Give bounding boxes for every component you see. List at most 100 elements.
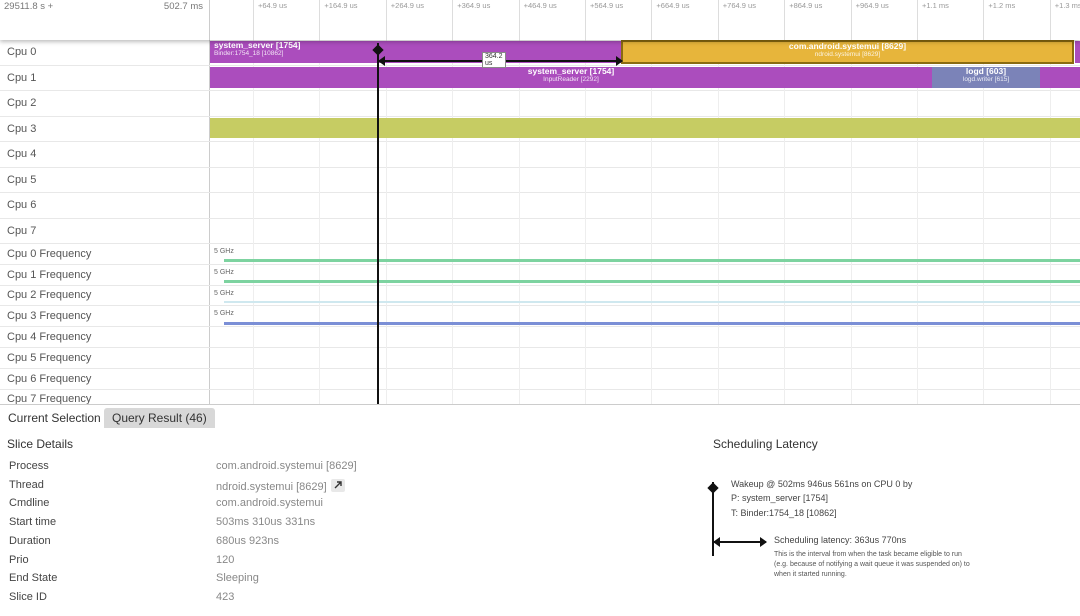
track-label[interactable]: Cpu 5 Frequency (0, 348, 210, 368)
wakeup-text: Wakeup @ 502ms 946us 561ns on CPU 0 by (731, 479, 913, 489)
ruler-tick-label: +1.3 ms (1054, 1, 1080, 10)
track-label[interactable]: Cpu 6 (0, 193, 210, 218)
open-thread-icon[interactable] (330, 478, 345, 492)
track-label[interactable]: Cpu 6 Frequency (0, 368, 210, 389)
ruler-tick: +664.9 us (651, 0, 690, 40)
slice-details-title: Slice Details (7, 437, 74, 451)
detail-value-text: 120 (216, 553, 235, 566)
track-label[interactable]: Cpu 1 (0, 65, 210, 90)
scheduling-latency-arrow-icon (713, 537, 767, 547)
ruler-tick-label: +464.9 us (523, 1, 557, 10)
slice-title: system_server [1754] (214, 41, 301, 50)
detail-value: com.android.systemui [8629] (216, 460, 357, 472)
track-label[interactable]: Cpu 7 Frequency (0, 389, 210, 404)
waker-process: P: system_server [1754] (731, 493, 829, 503)
details-tabbar: Current Selection Query Result (46) (0, 404, 1080, 429)
track-label[interactable]: Cpu 0 Frequency (0, 244, 210, 264)
latency-explanation-2: (e.g. because of notifying a wait queue … (774, 561, 970, 568)
latency-explanation-3: when it started running. (774, 571, 847, 578)
track-row[interactable]: Cpu 2 (0, 91, 1080, 117)
frequency-label: 5 GHz (214, 310, 234, 318)
ruler-tick-label: +164.9 us (324, 1, 358, 10)
detail-key: End State (9, 572, 58, 585)
detail-value-text: 423 (216, 590, 235, 603)
track-row[interactable]: Cpu 7 Frequency (0, 389, 1080, 404)
slice-cpu1-logd[interactable]: logd [603] logd.writer [615] (932, 67, 1040, 88)
detail-value-text: com.android.systemui (216, 497, 323, 510)
track-label[interactable]: Cpu 3 Frequency (0, 306, 210, 327)
track-label[interactable]: Cpu 2 (0, 91, 210, 116)
track-label[interactable]: Cpu 0 (0, 40, 210, 65)
detail-value-text: 680us 923ns (216, 534, 279, 547)
timeline-ruler[interactable]: 29511.8 s + 502.7 ms +64.9 us +164.9 us +2… (0, 0, 1080, 40)
track-label[interactable]: Cpu 3 (0, 116, 210, 141)
slice-cpu0-trailing[interactable] (1075, 41, 1080, 63)
detail-value[interactable]: ndroid.systemui [8629] (216, 478, 345, 493)
track-area[interactable] (210, 369, 1080, 389)
ruler-tick-label: +64.9 us (258, 1, 287, 10)
track-area[interactable] (210, 327, 1080, 347)
track-row[interactable]: Cpu 6 (0, 193, 1080, 219)
track-area[interactable] (210, 168, 1080, 193)
waker-thread: T: Binder:1754_18 [10862] (731, 508, 837, 518)
ruler-tick-label: +664.9 us (656, 1, 690, 10)
track-area[interactable] (210, 193, 1080, 218)
detail-value: 680us 923ns (216, 535, 279, 547)
track-area[interactable] (210, 142, 1080, 167)
track-row[interactable]: Cpu 4 Frequency (0, 327, 1080, 348)
track-label[interactable]: Cpu 5 (0, 167, 210, 192)
track-label[interactable]: Cpu 1 Frequency (0, 264, 210, 285)
detail-value-text: ndroid.systemui [8629] (216, 480, 327, 493)
track-area[interactable] (210, 348, 1080, 368)
slice-subtitle: ndroid.systemui [8629] (814, 51, 881, 58)
scheduling-diamond-icon (707, 482, 719, 494)
frequency-label: 5 GHz (214, 289, 234, 297)
track-row[interactable]: Cpu 4 (0, 142, 1080, 168)
ruler-tick: +64.9 us (253, 0, 287, 40)
ruler-tick-label: +864.9 us (789, 1, 823, 10)
track-label[interactable]: Cpu 2 Frequency (0, 285, 210, 306)
track-row[interactable]: Cpu 2 Frequency 5 GHz (0, 285, 1080, 307)
track-row[interactable]: Cpu 7 (0, 218, 1080, 244)
track-area[interactable] (210, 390, 1080, 404)
tab-query-result[interactable]: Query Result (46) (104, 408, 215, 429)
ruler-tick: +564.9 us (585, 0, 623, 40)
ruler-origin-time: 29511.8 s + (4, 1, 54, 12)
track-row[interactable]: Cpu 5 (0, 167, 1080, 193)
frequency-label: 5 GHz (214, 248, 234, 255)
slice-cpu1-trailing[interactable] (1040, 67, 1080, 88)
track-row[interactable]: Cpu 6 Frequency (0, 368, 1080, 390)
ruler-tick: +1.2 ms (983, 0, 1015, 40)
ruler-tick-label: +1.2 ms (988, 1, 1016, 10)
detail-value-text: 503ms 310us 331ns (216, 516, 316, 529)
detail-key: Process (9, 460, 49, 472)
detail-key: Slice ID (9, 590, 47, 603)
slice-subtitle: Binder:1754_18 [10862] (214, 50, 284, 57)
detail-value: Sleeping (216, 572, 259, 584)
track-area[interactable] (210, 219, 1080, 244)
slice-cpu3[interactable] (210, 118, 1080, 138)
track-label[interactable]: Cpu 4 Frequency (0, 327, 210, 347)
detail-key: Start time (9, 516, 57, 529)
ruler-tick: +164.9 us (319, 0, 358, 40)
detail-value: 120 (216, 554, 234, 566)
track-area[interactable] (210, 91, 1080, 116)
ruler-tick: +1.1 ms (917, 0, 949, 40)
track-panel[interactable]: Cpu 0 Cpu 1 Cpu 2 Cpu 3 Cpu 4 Cpu 5 Cpu 6 Cpu 7… (0, 40, 1080, 404)
latency-explanation-1: This is the interval from when the task … (774, 551, 962, 558)
wakeup-marker-line (377, 43, 379, 404)
latency-badge: 364.2 us (482, 52, 506, 68)
track-label[interactable]: Cpu 4 (0, 142, 210, 167)
ruler-tick: +1.3 ms (1049, 0, 1080, 40)
slice-title: com.android.systemui [8629] (788, 41, 907, 51)
ruler-visible-span: 502.7 ms (163, 1, 203, 12)
slice-title: system_server [1754] (527, 67, 615, 76)
track-row[interactable]: Cpu 5 Frequency (0, 348, 1080, 369)
track-label[interactable]: Cpu 7 (0, 218, 210, 243)
slice-cpu0-systemui-selected[interactable]: com.android.systemui [8629] ndroid.syste… (621, 40, 1074, 64)
slice-cpu1-system-server[interactable]: system_server [1754] InputReader [2292] (210, 67, 932, 88)
slice-subtitle: logd.writer [615] (962, 76, 1010, 83)
ruler-tick-label: +964.9 us (855, 1, 889, 10)
tab-current-selection[interactable]: Current Selection (0, 408, 110, 429)
detail-key: Thread (9, 478, 44, 491)
